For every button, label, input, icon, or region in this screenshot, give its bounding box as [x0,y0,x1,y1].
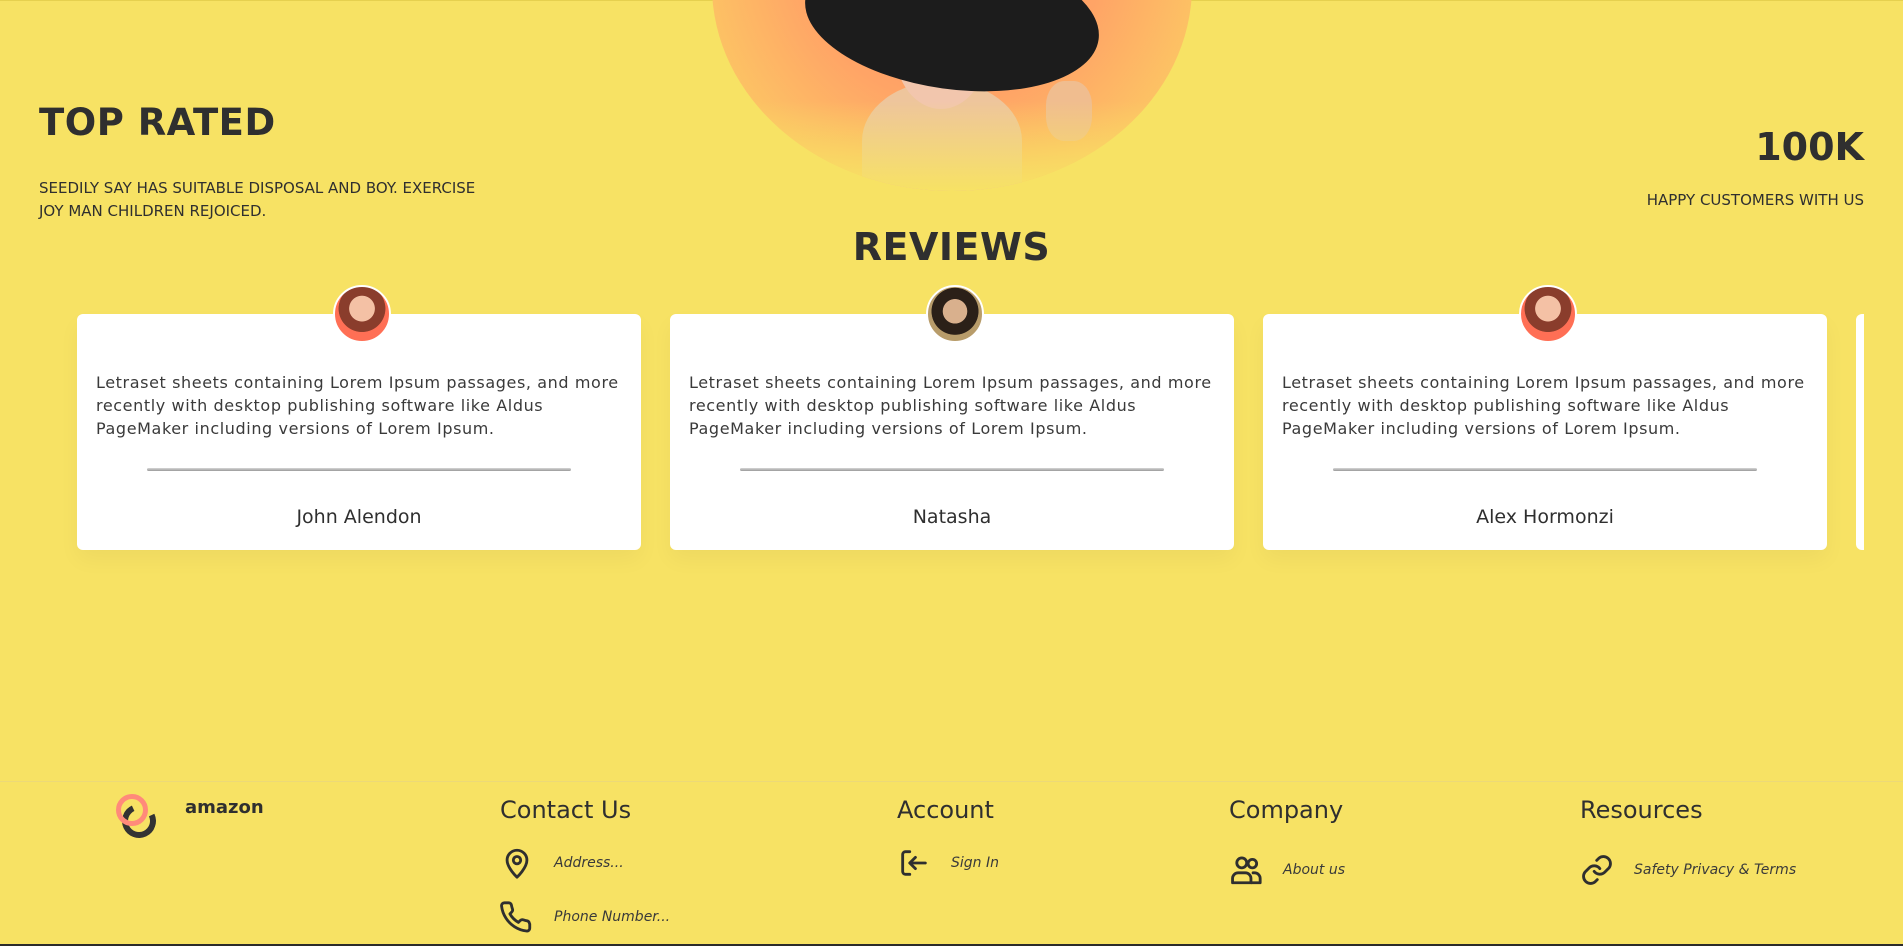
phone-link[interactable]: Phone Number... [500,900,670,934]
footer-company: Company [1229,796,1343,824]
sign-in-text: Sign In [951,855,999,871]
review-card: Letraset sheets containing Lorem Ipsum p… [77,285,641,550]
about-text: About us [1283,862,1346,878]
users-icon [1231,856,1262,885]
hero-left: TOP RATED SEEDILY SAY HAS SUITABLE DISPO… [39,101,499,223]
footer-account: Account [897,796,994,824]
review-card: Letraset sheets containing Lorem Ipsum p… [1263,285,1827,550]
review-divider [147,468,571,471]
phone-icon [500,901,532,933]
account-heading: Account [897,796,994,824]
review-divider [1333,468,1757,471]
stat-label: HAPPY CUSTOMERS WITH US [1646,191,1864,209]
phone-text: Phone Number... [554,909,671,925]
review-text: Letraset sheets containing Lorem Ipsum p… [1282,373,1805,438]
footer-resources: Resources [1580,796,1703,824]
reviewer-name: John Alendon [296,506,422,528]
footer-contact: Contact Us [500,796,631,824]
link-icon [1582,855,1612,885]
review-card-next[interactable] [1856,314,1864,550]
stat-value: 100K [1755,125,1864,169]
address-link[interactable]: Address... [500,846,624,880]
reviewer-name: Natasha [912,506,992,528]
review-divider [740,468,1164,471]
contact-heading: Contact Us [500,796,632,824]
footer: amazon Contact Us Address... Phone Numbe… [0,781,1903,946]
review-card: Letraset sheets containing Lorem Ipsum p… [670,285,1234,550]
sign-in-link[interactable]: Sign In [897,846,999,880]
reviewer-avatar [926,285,984,343]
brand-name[interactable]: amazon [185,797,264,818]
terms-link[interactable]: Safety Privacy & Terms [1580,853,1796,887]
reviewer-avatar [333,285,391,343]
address-text: Address... [554,855,624,871]
location-pin-icon [505,848,529,879]
review-text: Letraset sheets containing Lorem Ipsum p… [96,373,619,438]
company-heading: Company [1229,796,1344,824]
customer-stat: 100K HAPPY CUSTOMERS WITH US [1564,125,1864,209]
reviewer-avatar [1519,285,1577,343]
sign-in-icon [901,850,927,876]
resources-heading: Resources [1580,796,1703,824]
reviewer-name: Alex Hormonzi [1476,506,1614,528]
hero-model-image [712,0,1192,191]
about-link[interactable]: About us [1229,853,1345,887]
terms-text: Safety Privacy & Terms [1634,862,1797,878]
brand-logo-icon[interactable] [116,794,168,846]
review-text: Letraset sheets containing Lorem Ipsum p… [689,373,1212,438]
hero-title: TOP RATED [39,101,276,144]
hero-subtitle: SEEDILY SAY HAS SUITABLE DISPOSAL AND BO… [39,179,476,220]
reviews-title: REVIEWS [852,225,1051,269]
